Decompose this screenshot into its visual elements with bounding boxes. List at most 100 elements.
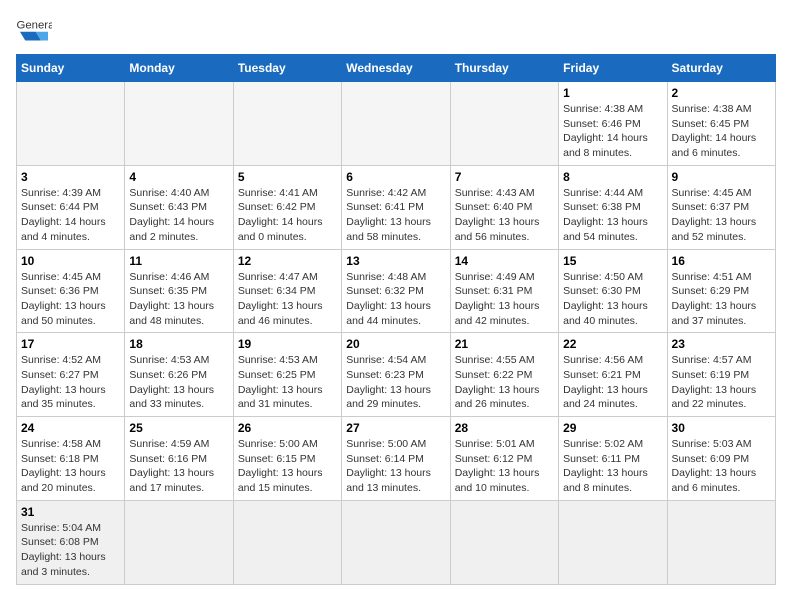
calendar-week-row: 17Sunrise: 4:52 AM Sunset: 6:27 PM Dayli…: [17, 333, 776, 417]
day-number: 26: [238, 421, 337, 435]
day-info: Sunrise: 4:46 AM Sunset: 6:35 PM Dayligh…: [129, 270, 228, 329]
day-number: 21: [455, 337, 554, 351]
day-info: Sunrise: 5:03 AM Sunset: 6:09 PM Dayligh…: [672, 437, 771, 496]
day-number: 7: [455, 170, 554, 184]
calendar-week-row: 1Sunrise: 4:38 AM Sunset: 6:46 PM Daylig…: [17, 82, 776, 166]
day-info: Sunrise: 4:41 AM Sunset: 6:42 PM Dayligh…: [238, 186, 337, 245]
calendar-cell: 27 Sunrise: 5:00 AM Sunset: 6:14 PM Dayli…: [342, 417, 450, 501]
calendar-cell: [342, 500, 450, 584]
calendar-cell: 2 Sunrise: 4:38 AM Sunset: 6:45 PM Daylig…: [667, 82, 775, 166]
calendar-cell: 18 Sunrise: 4:53 AM Sunset: 6:26 PM Dayli…: [125, 333, 233, 417]
day-number: 12: [238, 254, 337, 268]
day-info: Sunrise: 4:45 AM Sunset: 6:36 PM Dayligh…: [21, 270, 120, 329]
day-number: 19: [238, 337, 337, 351]
calendar-week-row: 24 Sunrise: 4:58 AM Sunset: 6:18 PM Dayli…: [17, 417, 776, 501]
day-of-week-header: Tuesday: [233, 55, 341, 82]
day-number: 1: [563, 86, 662, 100]
calendar-cell: 9 Sunrise: 4:45 AM Sunset: 6:37 PM Daylig…: [667, 165, 775, 249]
day-info: Sunrise: 4:45 AM Sunset: 6:37 PM Dayligh…: [672, 186, 771, 245]
day-info: Sunrise: 5:00 AM Sunset: 6:14 PM Dayligh…: [346, 437, 445, 496]
calendar-cell: 30Sunrise: 5:03 AM Sunset: 6:09 PM Dayli…: [667, 417, 775, 501]
day-number: 10: [21, 254, 120, 268]
day-of-week-header: Wednesday: [342, 55, 450, 82]
day-info: Sunrise: 4:53 AM Sunset: 6:26 PM Dayligh…: [129, 353, 228, 412]
calendar-cell: [17, 82, 125, 166]
day-info: Sunrise: 4:51 AM Sunset: 6:29 PM Dayligh…: [672, 270, 771, 329]
day-of-week-header: Monday: [125, 55, 233, 82]
calendar-cell: 6 Sunrise: 4:42 AM Sunset: 6:41 PM Daylig…: [342, 165, 450, 249]
day-info: Sunrise: 4:49 AM Sunset: 6:31 PM Dayligh…: [455, 270, 554, 329]
day-number: 6: [346, 170, 445, 184]
calendar-cell: [125, 82, 233, 166]
day-info: Sunrise: 4:43 AM Sunset: 6:40 PM Dayligh…: [455, 186, 554, 245]
day-info: Sunrise: 4:54 AM Sunset: 6:23 PM Dayligh…: [346, 353, 445, 412]
calendar-cell: 19 Sunrise: 4:53 AM Sunset: 6:25 PM Dayli…: [233, 333, 341, 417]
day-info: Sunrise: 5:00 AM Sunset: 6:15 PM Dayligh…: [238, 437, 337, 496]
day-number: 25: [129, 421, 228, 435]
calendar-cell: 20 Sunrise: 4:54 AM Sunset: 6:23 PM Dayli…: [342, 333, 450, 417]
day-of-week-header: Sunday: [17, 55, 125, 82]
day-info: Sunrise: 4:50 AM Sunset: 6:30 PM Dayligh…: [563, 270, 662, 329]
day-info: Sunrise: 5:02 AM Sunset: 6:11 PM Dayligh…: [563, 437, 662, 496]
day-number: 27: [346, 421, 445, 435]
calendar-week-row: 3 Sunrise: 4:39 AM Sunset: 6:44 PM Daylig…: [17, 165, 776, 249]
day-number: 18: [129, 337, 228, 351]
day-number: 9: [672, 170, 771, 184]
calendar-cell: 14 Sunrise: 4:49 AM Sunset: 6:31 PM Dayli…: [450, 249, 558, 333]
calendar-cell: 13 Sunrise: 4:48 AM Sunset: 6:32 PM Dayli…: [342, 249, 450, 333]
day-info: Sunrise: 4:38 AM Sunset: 6:45 PM Dayligh…: [672, 102, 771, 161]
calendar-cell: 12Sunrise: 4:47 AM Sunset: 6:34 PM Dayli…: [233, 249, 341, 333]
calendar-cell: 7 Sunrise: 4:43 AM Sunset: 6:40 PM Daylig…: [450, 165, 558, 249]
calendar-cell: 28Sunrise: 5:01 AM Sunset: 6:12 PM Dayli…: [450, 417, 558, 501]
calendar-table: SundayMondayTuesdayWednesdayThursdayFrid…: [16, 54, 776, 585]
day-number: 13: [346, 254, 445, 268]
day-number: 24: [21, 421, 120, 435]
page-header: General: [16, 16, 776, 44]
day-info: Sunrise: 4:39 AM Sunset: 6:44 PM Dayligh…: [21, 186, 120, 245]
day-info: Sunrise: 4:58 AM Sunset: 6:18 PM Dayligh…: [21, 437, 120, 496]
day-info: Sunrise: 4:53 AM Sunset: 6:25 PM Dayligh…: [238, 353, 337, 412]
day-number: 16: [672, 254, 771, 268]
calendar-cell: [559, 500, 667, 584]
generalblue-logo-icon: General: [16, 16, 52, 44]
calendar-cell: 5 Sunrise: 4:41 AM Sunset: 6:42 PM Daylig…: [233, 165, 341, 249]
day-number: 22: [563, 337, 662, 351]
calendar-cell: [125, 500, 233, 584]
day-info: Sunrise: 4:44 AM Sunset: 6:38 PM Dayligh…: [563, 186, 662, 245]
day-number: 28: [455, 421, 554, 435]
day-info: Sunrise: 4:42 AM Sunset: 6:41 PM Dayligh…: [346, 186, 445, 245]
calendar-cell: [667, 500, 775, 584]
calendar-cell: 17Sunrise: 4:52 AM Sunset: 6:27 PM Dayli…: [17, 333, 125, 417]
day-number: 23: [672, 337, 771, 351]
day-info: Sunrise: 4:48 AM Sunset: 6:32 PM Dayligh…: [346, 270, 445, 329]
logo: General: [16, 16, 56, 44]
calendar-cell: [233, 500, 341, 584]
calendar-cell: [450, 82, 558, 166]
day-number: 3: [21, 170, 120, 184]
calendar-cell: 22Sunrise: 4:56 AM Sunset: 6:21 PM Dayli…: [559, 333, 667, 417]
day-number: 20: [346, 337, 445, 351]
calendar-cell: 3 Sunrise: 4:39 AM Sunset: 6:44 PM Daylig…: [17, 165, 125, 249]
day-number: 17: [21, 337, 120, 351]
calendar-week-row: 10 Sunrise: 4:45 AM Sunset: 6:36 PM Dayli…: [17, 249, 776, 333]
calendar-cell: 23Sunrise: 4:57 AM Sunset: 6:19 PM Dayli…: [667, 333, 775, 417]
day-number: 5: [238, 170, 337, 184]
day-info: Sunrise: 4:40 AM Sunset: 6:43 PM Dayligh…: [129, 186, 228, 245]
calendar-cell: 4 Sunrise: 4:40 AM Sunset: 6:43 PM Daylig…: [125, 165, 233, 249]
day-number: 31: [21, 505, 120, 519]
day-number: 14: [455, 254, 554, 268]
calendar-cell: 15Sunrise: 4:50 AM Sunset: 6:30 PM Dayli…: [559, 249, 667, 333]
calendar-week-row: 31 Sunrise: 5:04 AM Sunset: 6:08 PM Dayli…: [17, 500, 776, 584]
day-of-week-header: Friday: [559, 55, 667, 82]
days-of-week-row: SundayMondayTuesdayWednesdayThursdayFrid…: [17, 55, 776, 82]
day-of-week-header: Thursday: [450, 55, 558, 82]
day-number: 4: [129, 170, 228, 184]
day-number: 2: [672, 86, 771, 100]
day-info: Sunrise: 5:04 AM Sunset: 6:08 PM Dayligh…: [21, 521, 120, 580]
calendar-cell: [342, 82, 450, 166]
day-number: 11: [129, 254, 228, 268]
day-number: 29: [563, 421, 662, 435]
calendar-header: SundayMondayTuesdayWednesdayThursdayFrid…: [17, 55, 776, 82]
calendar-cell: 11 Sunrise: 4:46 AM Sunset: 6:35 PM Dayli…: [125, 249, 233, 333]
calendar-cell: [450, 500, 558, 584]
